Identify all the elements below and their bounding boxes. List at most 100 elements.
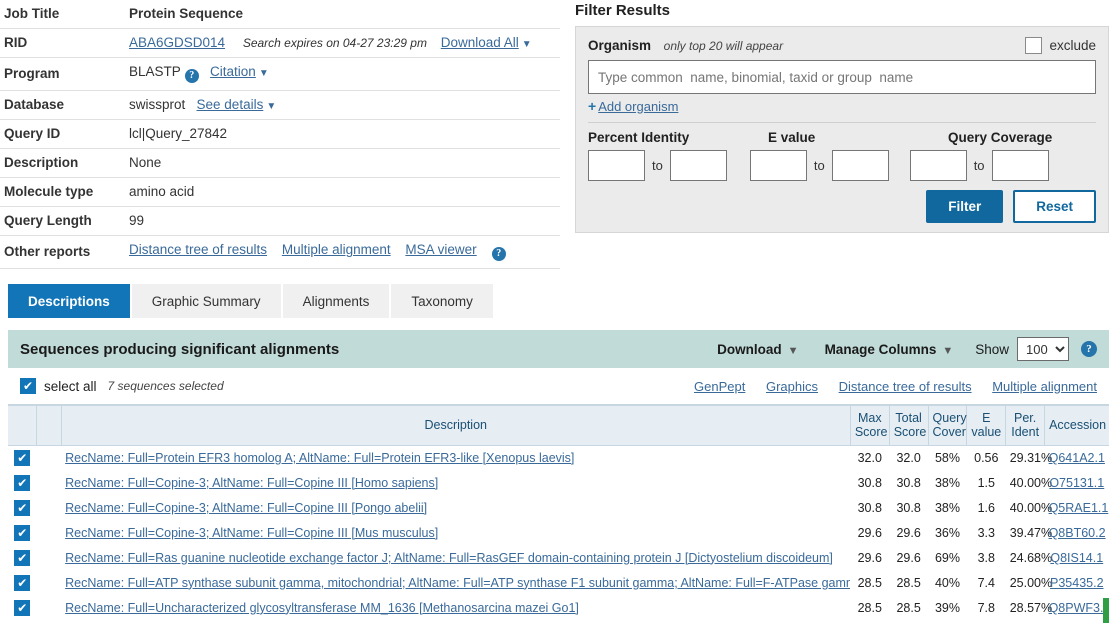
percent-identity-to-input[interactable] [669, 150, 727, 181]
results-title: Sequences producing significant alignmen… [20, 340, 340, 358]
table-row[interactable]: ✔ RecName: Full=ATP synthase subunit gam… [8, 570, 1109, 595]
table-row[interactable]: ✔ RecName: Full=Uncharacterized glycosyl… [8, 595, 1109, 620]
multiple-alignment-link[interactable]: Multiple alignment [992, 379, 1097, 394]
percent-identity-label: Percent Identity [588, 130, 690, 145]
citation-link[interactable]: Citation [210, 64, 256, 79]
row-per-ident: 29.31% [1009, 451, 1053, 465]
row-description-link[interactable]: RecName: Full=Copine-3; AltName: Full=Co… [65, 501, 427, 515]
download-menu[interactable]: Download ▼ [717, 342, 798, 357]
info-value-query-id: lcl|Query_27842 [129, 126, 228, 141]
chevron-down-icon[interactable]: ▼ [259, 68, 269, 79]
genpept-link[interactable]: GenPept [694, 379, 745, 394]
percent-identity-from-input[interactable] [588, 150, 645, 181]
row-checkbox[interactable]: ✔ [14, 474, 31, 491]
chevron-down-icon[interactable]: ▼ [522, 39, 532, 50]
row-max-score: 32.0 [857, 451, 882, 465]
row-accession-link[interactable]: Q8BT60.2 [1049, 526, 1106, 540]
table-row[interactable]: ✔ RecName: Full=Copine-3; AltName: Full=… [8, 495, 1109, 520]
chevron-down-icon: ▼ [942, 344, 954, 357]
col-query-cover[interactable]: Query Cover [928, 405, 968, 446]
row-e-value: 7.8 [977, 600, 995, 615]
row-description-link[interactable]: RecName: Full=Ras guanine nucleotide exc… [65, 551, 833, 565]
table-row[interactable]: ✔ RecName: Full=Copine-3; AltName: Full=… [8, 520, 1109, 545]
see-details-link[interactable]: See details [197, 97, 264, 112]
tab-descriptions[interactable]: Descriptions [8, 284, 130, 318]
download-all-link[interactable]: Download All [441, 35, 519, 50]
row-total-score: 30.8 [896, 475, 921, 490]
distance-tree-link[interactable]: Distance tree of results [129, 242, 267, 257]
tab-taxonomy[interactable]: Taxonomy [391, 284, 493, 318]
add-organism-link[interactable]: Add organism [598, 99, 678, 114]
tab-graphic-summary[interactable]: Graphic Summary [131, 284, 281, 318]
exclude-checkbox[interactable] [1025, 37, 1043, 54]
query-coverage-to-input[interactable] [991, 150, 1049, 181]
col-e-value[interactable]: Evalue [966, 405, 1007, 446]
row-e-value: 0.56 [974, 451, 999, 465]
row-query-cover: 36% [934, 525, 960, 540]
organism-input[interactable] [588, 60, 1096, 94]
help-icon[interactable]: ? [491, 247, 506, 261]
evalue-to-input[interactable] [831, 150, 889, 181]
row-total-score: 28.5 [896, 575, 921, 590]
table-row[interactable]: ✔ RecName: Full=Copine-3; AltName: Full=… [8, 470, 1109, 495]
distance-tree-link[interactable]: Distance tree of results [839, 379, 972, 394]
manage-columns-menu[interactable]: Manage Columns ▼ [825, 342, 954, 357]
row-e-value: 1.5 [977, 475, 995, 490]
row-per-ident: 40.00% [1009, 475, 1053, 490]
col-total-score[interactable]: Total Score [889, 405, 929, 446]
to-label: to [973, 158, 985, 173]
row-accession-link[interactable]: Q5RAE1.1 [1049, 501, 1109, 515]
help-icon[interactable]: ? [1081, 341, 1097, 357]
evalue-from-input[interactable] [749, 150, 807, 181]
col-accession[interactable]: Accession [1044, 405, 1109, 446]
row-accession-link[interactable]: P35435.2 [1050, 576, 1104, 590]
tab-alignments[interactable]: Alignments [282, 284, 390, 318]
col-max-score[interactable]: Max Score [850, 405, 890, 446]
row-description-link[interactable]: RecName: Full=Copine-3; AltName: Full=Co… [65, 476, 438, 490]
row-checkbox[interactable]: ✔ [14, 549, 31, 566]
filter-button[interactable]: Filter [926, 190, 1004, 223]
row-checkbox[interactable]: ✔ [14, 599, 31, 616]
help-icon[interactable]: ? [184, 69, 199, 83]
info-row-job-title: Job Title Protein Sequence [0, 0, 560, 29]
to-label: to [652, 158, 663, 173]
row-checkbox[interactable]: ✔ [14, 524, 31, 541]
rid-link[interactable]: ABA6GDSD014 [129, 35, 225, 50]
row-e-value: 3.3 [977, 525, 995, 540]
row-description-link[interactable]: RecName: Full=ATP synthase subunit gamma… [65, 576, 850, 590]
row-checkbox[interactable]: ✔ [14, 499, 31, 516]
row-checkbox[interactable]: ✔ [14, 450, 31, 466]
multiple-alignment-link[interactable]: Multiple alignment [282, 242, 391, 257]
reset-button[interactable]: Reset [1013, 190, 1096, 223]
scrollbar-indicator[interactable] [1103, 598, 1109, 623]
msa-viewer-link[interactable]: MSA viewer [405, 242, 476, 257]
info-label-database: Database [4, 97, 65, 112]
show-count-select[interactable]: 100 [1017, 337, 1069, 361]
results-tabs: Descriptions Graphic Summary Alignments … [8, 284, 495, 318]
row-accession-link[interactable]: O75131.1 [1049, 476, 1104, 490]
row-checkbox[interactable]: ✔ [14, 574, 31, 591]
select-all-label: select all [44, 378, 97, 394]
table-row[interactable]: ✔ RecName: Full=Ras guanine nucleotide e… [8, 545, 1109, 570]
row-description-link[interactable]: RecName: Full=Copine-3; AltName: Full=Co… [65, 526, 438, 540]
col-per-ident[interactable]: Per. Ident [1005, 405, 1046, 446]
info-value-program: BLASTP [129, 64, 181, 79]
info-value-query-length: 99 [129, 213, 145, 228]
row-accession-link[interactable]: Q8IS14.1 [1050, 551, 1103, 565]
row-accession-link[interactable]: Q8PWF3.1 [1049, 601, 1109, 615]
graphics-link[interactable]: Graphics [766, 379, 818, 394]
row-description-link[interactable]: RecName: Full=Uncharacterized glycosyltr… [65, 601, 579, 615]
table-row[interactable]: ✔ RecName: Full=Protein EFR3 homolog A; … [8, 445, 1109, 470]
select-all-checkbox[interactable]: ✔ [20, 378, 36, 394]
row-description-link[interactable]: RecName: Full=Protein EFR3 homolog A; Al… [65, 451, 574, 465]
col-flag [36, 405, 62, 446]
chevron-down-icon[interactable]: ▼ [266, 101, 276, 112]
row-max-score: 30.8 [857, 500, 882, 515]
info-label-rid: RID [4, 35, 28, 50]
query-coverage-from-input[interactable] [909, 150, 967, 181]
col-description[interactable]: Description [61, 405, 851, 446]
info-value-database: swissprot [129, 97, 186, 112]
row-accession-link[interactable]: Q641A2.1 [1049, 451, 1105, 465]
row-query-cover: 38% [934, 500, 960, 515]
blast-results-page: Job Title Protein Sequence RID ABA6GDSD0… [0, 0, 1109, 623]
